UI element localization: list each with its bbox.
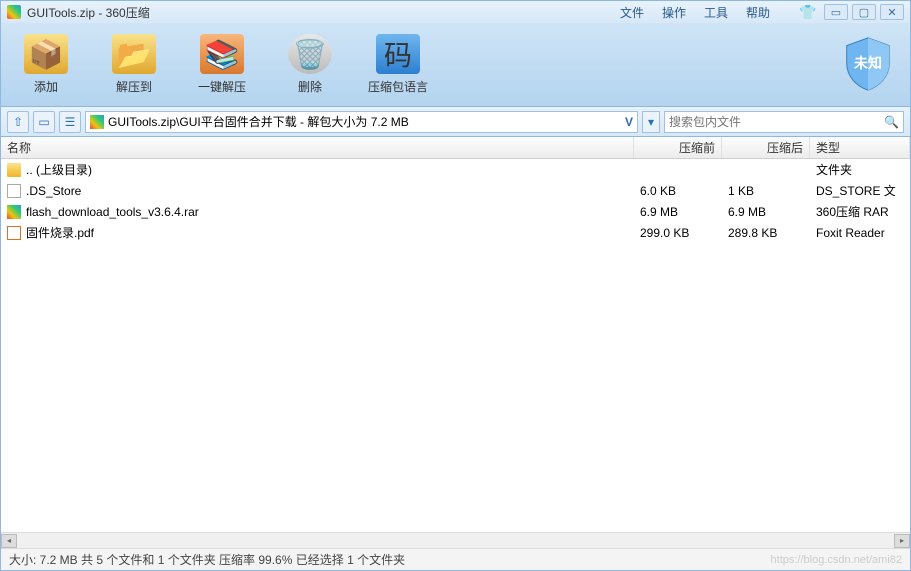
path-history-button[interactable]: ▾ xyxy=(642,111,660,133)
lang-button[interactable]: 码 压缩包语言 xyxy=(363,34,433,95)
file-name: .DS_Store xyxy=(26,184,81,198)
col-name-header[interactable]: 名称 xyxy=(1,137,634,158)
path-text: GUITools.zip\GUI平台固件合并下载 - 解包大小为 7.2 MB xyxy=(108,113,621,130)
file-type: 文件夹 xyxy=(810,161,910,178)
oneclick-label: 一键解压 xyxy=(198,78,246,95)
toolbar: 📦 添加 📂 解压到 📚 一键解压 🗑️ 删除 码 压缩包语言 未知 xyxy=(1,23,910,107)
minimize-button[interactable]: ▭ xyxy=(824,4,848,20)
lang-icon: 码 xyxy=(376,34,420,74)
up-button[interactable]: ⇧ xyxy=(7,111,29,133)
search-icon[interactable]: 🔍 xyxy=(884,115,899,129)
list-item[interactable]: .DS_Store 6.0 KB 1 KB DS_STORE 文 xyxy=(1,180,910,201)
archive-file-icon xyxy=(7,205,21,219)
file-name: 固件烧录.pdf xyxy=(26,224,94,241)
file-before: 6.9 MB xyxy=(634,205,722,219)
menu-operation[interactable]: 操作 xyxy=(662,4,686,21)
statusbar: 大小: 7.2 MB 共 5 个文件和 1 个文件夹 压缩率 99.6% 已经选… xyxy=(1,548,910,570)
file-icon xyxy=(7,184,21,198)
file-after: 1 KB xyxy=(722,184,810,198)
folder-icon xyxy=(7,163,21,177)
close-button[interactable]: ✕ xyxy=(880,4,904,20)
maximize-button[interactable]: ▢ xyxy=(852,4,876,20)
skin-icon[interactable]: 👕 xyxy=(796,4,820,20)
add-label: 添加 xyxy=(34,78,58,95)
scroll-left-button[interactable]: ◂ xyxy=(1,534,17,548)
file-list: .. (上级目录) 文件夹 .DS_Store 6.0 KB 1 KB DS_S… xyxy=(1,159,910,532)
app-icon xyxy=(7,5,21,19)
extract-label: 解压到 xyxy=(116,78,152,95)
menu-tools[interactable]: 工具 xyxy=(704,4,728,21)
pdf-icon xyxy=(7,226,21,240)
file-type: Foxit Reader xyxy=(810,226,910,240)
shield-label: 未知 xyxy=(854,53,882,73)
search-input[interactable] xyxy=(669,115,884,129)
status-text: 大小: 7.2 MB 共 5 个文件和 1 个文件夹 压缩率 99.6% 已经选… xyxy=(9,551,405,568)
col-after-header[interactable]: 压缩后 xyxy=(722,137,810,158)
add-icon: 📦 xyxy=(24,34,68,74)
delete-icon: 🗑️ xyxy=(288,34,332,74)
list-item[interactable]: 固件烧录.pdf 299.0 KB 289.8 KB Foxit Reader xyxy=(1,222,910,243)
extract-icon: 📂 xyxy=(112,34,156,74)
titlebar: GUITools.zip - 360压缩 文件 操作 工具 帮助 👕 ▭ ▢ ✕ xyxy=(1,1,910,23)
file-after: 289.8 KB xyxy=(722,226,810,240)
add-button[interactable]: 📦 添加 xyxy=(11,34,81,95)
file-before: 6.0 KB xyxy=(634,184,722,198)
file-name: .. (上级目录) xyxy=(26,161,92,178)
list-item[interactable]: .. (上级目录) 文件夹 xyxy=(1,159,910,180)
delete-button[interactable]: 🗑️ 删除 xyxy=(275,34,345,95)
menu-file[interactable]: 文件 xyxy=(620,4,644,21)
window-title: GUITools.zip - 360压缩 xyxy=(27,4,150,21)
column-headers: 名称 压缩前 压缩后 类型 xyxy=(1,137,910,159)
security-shield[interactable]: 未知 xyxy=(838,33,898,93)
file-type: 360压缩 RAR xyxy=(810,203,910,220)
col-type-header[interactable]: 类型 xyxy=(810,137,910,158)
horizontal-scrollbar[interactable]: ◂ ▸ xyxy=(1,532,910,548)
view-rect-button[interactable]: ▭ xyxy=(33,111,55,133)
list-item[interactable]: flash_download_tools_v3.6.4.rar 6.9 MB 6… xyxy=(1,201,910,222)
path-dropdown-icon[interactable]: V xyxy=(625,115,633,129)
navbar: ⇧ ▭ ☰ GUITools.zip\GUI平台固件合并下载 - 解包大小为 7… xyxy=(1,107,910,137)
col-before-header[interactable]: 压缩前 xyxy=(634,137,722,158)
menu-help[interactable]: 帮助 xyxy=(746,4,770,21)
menubar: 文件 操作 工具 帮助 xyxy=(620,4,770,21)
oneclick-extract-button[interactable]: 📚 一键解压 xyxy=(187,34,257,95)
lang-label: 压缩包语言 xyxy=(368,78,428,95)
extract-button[interactable]: 📂 解压到 xyxy=(99,34,169,95)
view-list-button[interactable]: ☰ xyxy=(59,111,81,133)
search-box[interactable]: 🔍 xyxy=(664,111,904,133)
oneclick-icon: 📚 xyxy=(200,34,244,74)
file-name: flash_download_tools_v3.6.4.rar xyxy=(26,205,199,219)
file-before: 299.0 KB xyxy=(634,226,722,240)
path-input[interactable]: GUITools.zip\GUI平台固件合并下载 - 解包大小为 7.2 MB … xyxy=(85,111,638,133)
file-after: 6.9 MB xyxy=(722,205,810,219)
scroll-track[interactable] xyxy=(17,534,894,548)
delete-label: 删除 xyxy=(298,78,322,95)
archive-icon xyxy=(90,115,104,129)
file-type: DS_STORE 文 xyxy=(810,182,910,199)
scroll-right-button[interactable]: ▸ xyxy=(894,534,910,548)
window-controls: 👕 ▭ ▢ ✕ xyxy=(796,4,904,20)
watermark: https://blog.csdn.net/ami82 xyxy=(771,554,902,566)
